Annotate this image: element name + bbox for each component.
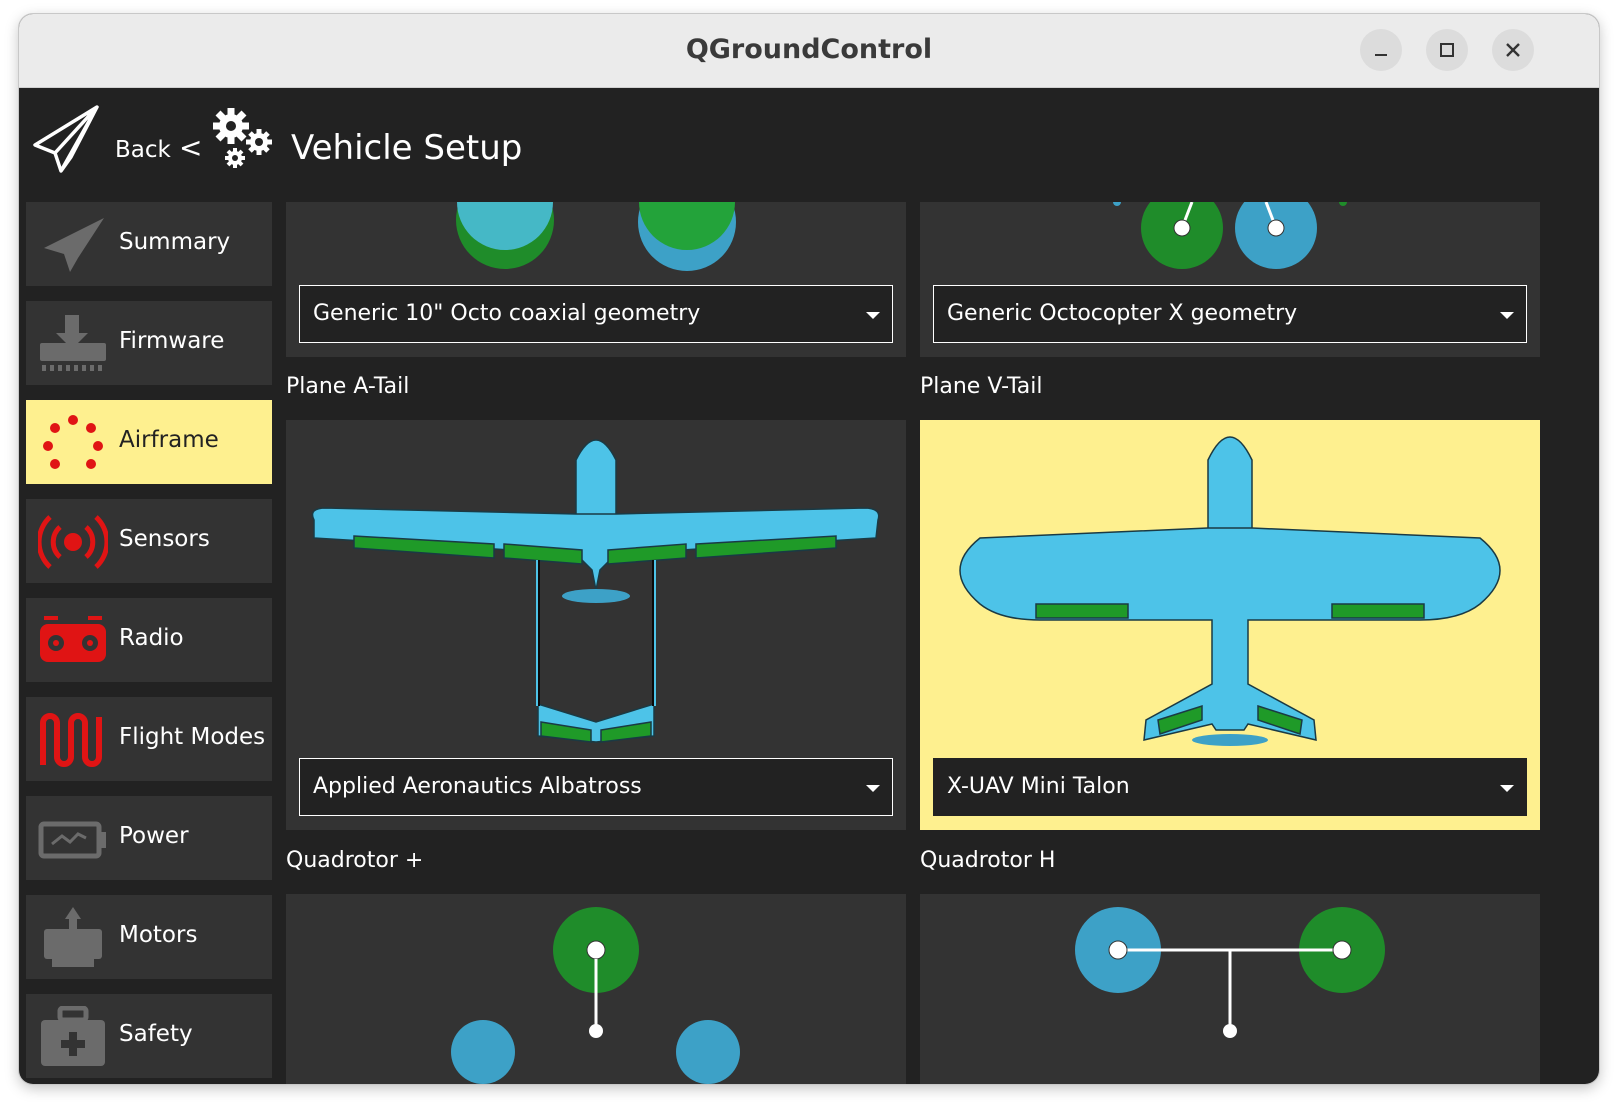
minimize-button[interactable] xyxy=(1360,29,1402,71)
airframe-tile-quad-plus[interactable] xyxy=(286,894,906,1084)
airframe-tile-quad-h[interactable] xyxy=(920,894,1540,1084)
plane-a-tail-select[interactable]: Applied Aeronautics Albatross xyxy=(299,758,893,816)
sidebar-item-label: Firmware xyxy=(119,328,225,354)
app-window: QGroundControl Back < Vehicle Setup Summ… xyxy=(19,14,1599,1084)
setup-sidebar: Summary Firmware Airframe Sensors Radio … xyxy=(26,202,272,1084)
radio-transmitter-icon xyxy=(40,616,106,662)
section-label-quad-h: Quadrotor H xyxy=(920,848,1056,873)
gears-icon xyxy=(213,108,272,168)
select-value: Generic Octocopter X geometry xyxy=(947,301,1298,326)
plane-v-tail-diagram xyxy=(959,436,1501,746)
sidebar-item-label: Motors xyxy=(119,922,198,948)
sidebar-item-motors[interactable]: Motors xyxy=(26,895,272,979)
quad-plus-diagram xyxy=(451,907,740,1084)
chevron-down-icon xyxy=(866,312,880,319)
page-title: Vehicle Setup xyxy=(291,128,523,168)
title-bar: QGroundControl xyxy=(19,14,1599,88)
breadcrumb-separator: < xyxy=(179,131,203,164)
select-value: X-UAV Mini Talon xyxy=(947,774,1130,799)
chevron-down-icon xyxy=(866,785,880,792)
chevron-down-icon xyxy=(1500,785,1514,792)
app-header: Back < Vehicle Setup xyxy=(19,88,1599,203)
sidebar-item-label: Airframe xyxy=(119,427,219,453)
airframe-grid: Generic 10" Octo coaxial geometry Generi… xyxy=(286,202,1599,1084)
sidebar-item-label: Sensors xyxy=(119,526,210,552)
select-value: Applied Aeronautics Albatross xyxy=(313,774,642,799)
sidebar-item-label: Safety xyxy=(119,1021,193,1047)
paper-plane-icon xyxy=(33,105,99,173)
paper-plane-icon xyxy=(44,218,104,272)
radio-waves-icon xyxy=(38,515,108,569)
motor-icon xyxy=(44,907,102,967)
select-value: Generic 10" Octo coaxial geometry xyxy=(313,301,701,326)
octo-x-diagram xyxy=(1113,202,1347,269)
sidebar-item-label: Power xyxy=(119,823,189,849)
airframe-dots-icon xyxy=(43,415,103,469)
sidebar-item-radio[interactable]: Radio xyxy=(26,598,272,682)
airframe-tile-plane-a-tail[interactable]: Applied Aeronautics Albatross xyxy=(286,420,906,830)
back-label[interactable]: Back xyxy=(115,137,171,163)
airframe-tile-plane-v-tail[interactable]: X-UAV Mini Talon xyxy=(920,420,1540,830)
plane-v-tail-select[interactable]: X-UAV Mini Talon xyxy=(933,758,1527,816)
section-label-quad-plus: Quadrotor + xyxy=(286,848,424,873)
maximize-button[interactable] xyxy=(1426,29,1468,71)
first-aid-icon xyxy=(41,1006,105,1066)
octo-x-select[interactable]: Generic Octocopter X geometry xyxy=(933,285,1527,343)
minimize-icon xyxy=(1375,54,1387,56)
download-icon xyxy=(40,315,106,371)
sidebar-item-label: Radio xyxy=(119,625,184,651)
sidebar-item-flight-modes[interactable]: Flight Modes xyxy=(26,697,272,781)
sidebar-item-sensors[interactable]: Sensors xyxy=(26,499,272,583)
octo-coaxial-select[interactable]: Generic 10" Octo coaxial geometry xyxy=(299,285,893,343)
close-icon xyxy=(1506,43,1520,57)
section-label-plane-a-tail: Plane A-Tail xyxy=(286,374,410,399)
quad-h-diagram xyxy=(1075,907,1385,1038)
airframe-tile-octo-x[interactable]: Generic Octocopter X geometry xyxy=(920,202,1540,357)
plane-a-tail-diagram xyxy=(311,439,880,743)
sidebar-item-power[interactable]: Power xyxy=(26,796,272,880)
close-button[interactable] xyxy=(1492,29,1534,71)
sidebar-item-label: Summary xyxy=(119,229,231,255)
sidebar-item-label: Flight Modes xyxy=(119,724,266,750)
wave-icon xyxy=(40,713,102,767)
octo-coaxial-diagram xyxy=(456,202,736,271)
sidebar-item-airframe[interactable]: Airframe xyxy=(26,400,272,484)
airframe-tile-octo-coaxial[interactable]: Generic 10" Octo coaxial geometry xyxy=(286,202,906,357)
sidebar-item-firmware[interactable]: Firmware xyxy=(26,301,272,385)
section-label-plane-v-tail: Plane V-Tail xyxy=(920,374,1043,399)
chevron-down-icon xyxy=(1500,312,1514,319)
maximize-icon xyxy=(1440,43,1454,57)
battery-icon xyxy=(38,821,106,859)
sidebar-item-summary[interactable]: Summary xyxy=(26,202,272,286)
sidebar-item-safety[interactable]: Safety xyxy=(26,994,272,1078)
